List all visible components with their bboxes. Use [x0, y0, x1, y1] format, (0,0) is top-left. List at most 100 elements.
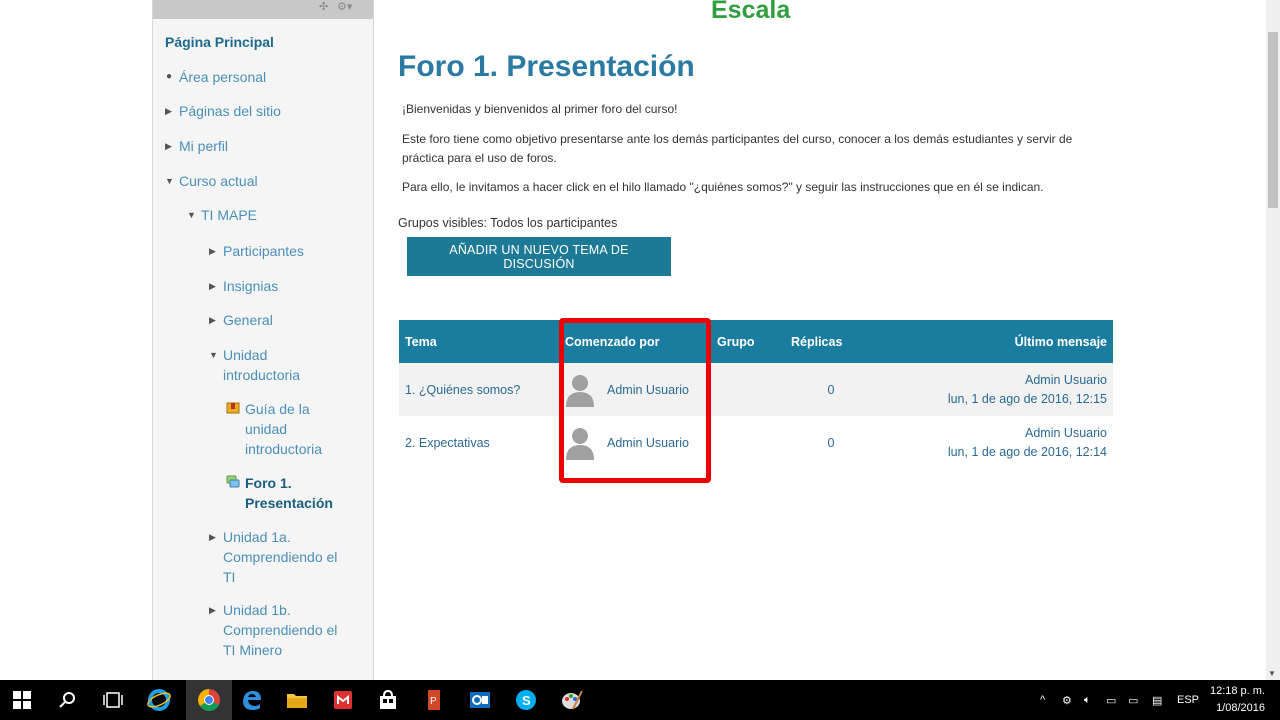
volume-icon[interactable]: 🔈︎ — [1084, 680, 1091, 720]
store-app-icon[interactable] — [329, 686, 357, 714]
powerpoint-icon[interactable]: P — [420, 686, 448, 714]
caret-right-icon: ▶ — [209, 315, 216, 325]
outlook-icon[interactable] — [466, 686, 494, 714]
instruction-paragraph: Para ello, le invitamos a hacer click en… — [402, 180, 1044, 194]
file-explorer-icon[interactable] — [283, 686, 311, 714]
nav-item-unidad-1a[interactable]: ▶ Unidad 1a. Comprendiendo el TI — [209, 527, 339, 587]
groups-label: Grupos visibles: Todos los participantes — [398, 216, 618, 230]
group-cell — [711, 363, 785, 416]
nav-item-label: Unidad 1b. Comprendiendo el TI Minero — [223, 602, 338, 658]
nav-item-unidad-introductoria[interactable]: ▼ Unidad introductoria — [209, 345, 323, 385]
nav-item-label: General — [223, 312, 273, 328]
caret-right-icon: ▶ — [165, 141, 172, 151]
table-row: 1. ¿Quiénes somos? Admin Usuario 0 Admin… — [399, 363, 1113, 416]
caret-right-icon: ▶ — [165, 106, 172, 116]
page-title: Foro 1. Presentación — [398, 50, 695, 83]
caret-right-icon: ▶ — [209, 246, 216, 256]
scroll-down-arrow-icon[interactable]: ▼ — [1268, 669, 1276, 678]
nav-item-ti-mape[interactable]: ▼ TI MAPE — [187, 205, 258, 225]
forum-icon — [226, 475, 240, 488]
table-header-row: Tema Comenzado por Grupo Réplicas Último… — [399, 320, 1113, 363]
discussion-table: Tema Comenzado por Grupo Réplicas Último… — [399, 320, 1113, 469]
nav-item-general[interactable]: ▶ General — [209, 310, 273, 330]
clock-date: 1/08/2016 — [1216, 702, 1265, 714]
header-replicas[interactable]: Réplicas — [785, 320, 877, 363]
svg-text:P: P — [430, 696, 437, 707]
edge-icon[interactable] — [238, 686, 266, 714]
caret-down-icon: ▼ — [165, 176, 174, 186]
caret-down-icon: ▼ — [187, 210, 196, 220]
last-post-date[interactable]: lun, 1 de ago de 2016, 12:14 — [883, 443, 1107, 462]
nav-home-link[interactable]: Página Principal — [165, 32, 274, 52]
navigation-block: ✣ ⚙▾ Página Principal ● Área personal ▶ … — [152, 0, 374, 680]
nav-item-insignias[interactable]: ▶ Insignias — [209, 276, 279, 296]
paint-icon[interactable] — [558, 686, 586, 714]
nav-item-curso-actual[interactable]: ▼ Curso actual — [165, 171, 258, 191]
nav-item-unidad-1b[interactable]: ▶ Unidad 1b. Comprendiendo el TI Minero — [209, 600, 339, 660]
scrollbar-thumb[interactable] — [1268, 32, 1278, 208]
header-ultimo-mensaje[interactable]: Último mensaje — [877, 320, 1113, 363]
nav-item-foro-presentacion[interactable]: Foro 1. Presentación — [226, 473, 345, 513]
bullet-icon: ● — [166, 71, 173, 82]
add-discussion-button[interactable]: AÑADIR UN NUEVO TEMA DE DISCUSIÓN — [407, 237, 671, 276]
taskbar: P S ^ ⚙ 🔈︎ ▭ ▭ ▤ ESP 12:18 p. m. 1/08/20… — [0, 680, 1280, 720]
book-icon — [226, 402, 240, 414]
gear-icon[interactable]: ⚙▾ — [337, 0, 352, 14]
nav-item-label: Guía de la unidad introductoria — [245, 401, 323, 457]
nav-item-label: Curso actual — [179, 173, 258, 189]
store-bag-icon[interactable] — [374, 686, 402, 714]
nav-item-mi-perfil[interactable]: ▶ Mi perfil — [165, 136, 229, 156]
caret-right-icon: ▶ — [209, 532, 216, 542]
caret-right-icon: ▶ — [209, 281, 216, 291]
display-icon[interactable]: ▭ — [1106, 680, 1116, 720]
header-grupo[interactable]: Grupo — [711, 320, 785, 363]
system-clock[interactable]: 12:18 p. m. 1/08/2016 — [1210, 683, 1265, 717]
nav-item-label: TI MAPE — [201, 207, 258, 223]
description-paragraph: Este foro tiene como objetivo presentars… — [402, 132, 1073, 165]
nav-item-label: Área personal — [179, 69, 267, 85]
windows-start-icon[interactable] — [8, 686, 36, 714]
nav-item-label: Unidad introductoria — [223, 347, 301, 383]
last-post-user[interactable]: Admin Usuario — [883, 424, 1107, 443]
topic-link[interactable]: 2. Expectativas — [399, 416, 559, 469]
replies-count[interactable]: 0 — [785, 416, 877, 469]
group-cell — [711, 416, 785, 469]
table-row: 2. Expectativas Admin Usuario 0 Admin Us… — [399, 416, 1113, 469]
notifications-icon[interactable]: ▤ — [1152, 680, 1162, 720]
caret-right-icon: ▶ — [209, 605, 216, 615]
clock-time: 12:18 p. m. — [1209, 685, 1265, 697]
svg-text:S: S — [522, 693, 531, 708]
last-post-cell: Admin Usuario lun, 1 de ago de 2016, 12:… — [877, 416, 1113, 469]
last-post-cell: Admin Usuario lun, 1 de ago de 2016, 12:… — [877, 363, 1113, 416]
last-post-user[interactable]: Admin Usuario — [883, 371, 1107, 390]
topic-link[interactable]: 1. ¿Quiénes somos? — [399, 363, 559, 416]
network-icon[interactable]: ⚙ — [1062, 680, 1072, 720]
nav-item-label: Mi perfil — [179, 138, 229, 154]
replies-count[interactable]: 0 — [785, 363, 877, 416]
nav-item-guia-unidad[interactable]: Guía de la unidad introductoria — [226, 399, 335, 459]
header-tema[interactable]: Tema — [399, 320, 559, 363]
nav-item-label: Insignias — [223, 278, 279, 294]
language-indicator[interactable]: ESP — [1177, 680, 1199, 720]
nav-item-label: Unidad 1a. Comprendiendo el TI — [223, 529, 338, 585]
nav-item-paginas-sitio[interactable]: ▶ Páginas del sitio — [165, 101, 281, 121]
battery-icon[interactable]: ▭ — [1128, 680, 1138, 720]
task-view-icon[interactable] — [99, 686, 127, 714]
skype-icon[interactable]: S — [512, 686, 540, 714]
last-post-date[interactable]: lun, 1 de ago de 2016, 12:15 — [883, 390, 1107, 409]
move-icon[interactable]: ✣ — [319, 0, 328, 14]
nav-item-label: Participantes — [223, 243, 304, 259]
block-header: ✣ ⚙▾ — [153, 0, 373, 19]
nav-item-label: Páginas del sitio — [179, 103, 281, 119]
page-scrollbar[interactable]: ▼ — [1266, 0, 1280, 680]
show-hidden-icons-icon[interactable]: ^ — [1040, 680, 1045, 720]
chrome-icon[interactable] — [186, 680, 232, 720]
search-icon[interactable] — [54, 686, 82, 714]
nav-item-participantes[interactable]: ▶ Participantes — [209, 241, 304, 261]
internet-explorer-icon[interactable] — [145, 686, 173, 714]
intro-paragraph: ¡Bienvenidas y bienvenidos al primer for… — [402, 102, 678, 116]
top-heading: Escala — [711, 0, 791, 24]
nav-item-label: Foro 1. Presentación — [245, 475, 333, 511]
caret-down-icon: ▼ — [209, 350, 218, 360]
nav-item-area-personal[interactable]: ● Área personal — [166, 67, 267, 87]
